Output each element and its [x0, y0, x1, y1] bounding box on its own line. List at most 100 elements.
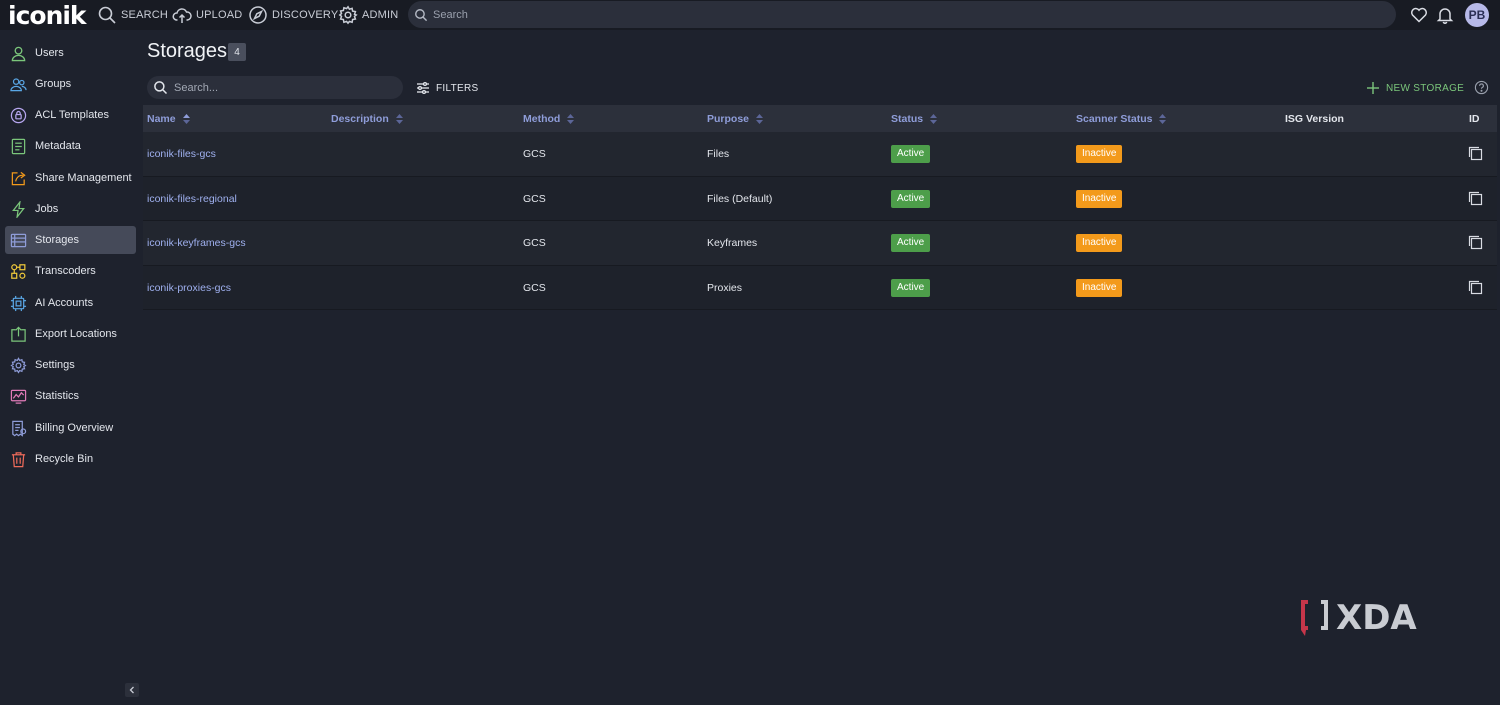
filters-label: FILTERS	[436, 82, 479, 94]
billing-icon	[12, 420, 27, 437]
column-header-purpose[interactable]: Purpose	[707, 105, 764, 132]
copy-id-icon[interactable]	[1468, 235, 1483, 250]
sort-icon	[1159, 113, 1167, 124]
sidebar-item-metadata[interactable]: Metadata	[5, 132, 136, 160]
search-icon	[154, 81, 168, 95]
storage-method: GCS	[523, 281, 546, 294]
trash-icon	[11, 451, 26, 467]
storage-name-link[interactable]: iconik-keyframes-gcs	[147, 221, 246, 265]
column-label: Purpose	[707, 112, 750, 125]
group-icon	[10, 77, 27, 91]
storage-method: GCS	[523, 237, 546, 249]
favorites-heart-icon[interactable]	[1409, 5, 1429, 25]
column-header-id: ID	[1469, 105, 1480, 132]
nav-admin[interactable]: ADMIN	[338, 5, 398, 25]
table-row: iconik-files-gcs GCS Files Active Inacti…	[143, 132, 1497, 177]
sidebar-item-label: Share Management	[35, 172, 132, 184]
nav-search-label: SEARCH	[121, 9, 169, 21]
page-title: Storages	[147, 40, 228, 62]
storages-table: Name Description Method Purpose Status S…	[143, 105, 1497, 310]
status-badge: Active	[891, 234, 931, 252]
chevron-left-icon	[129, 686, 134, 694]
sidebar-item-export-locations[interactable]: Export Locations	[5, 320, 136, 348]
user-icon	[11, 46, 26, 61]
storage-count-badge: 4	[228, 43, 246, 61]
search-icon	[98, 6, 116, 24]
sidebar-item-settings[interactable]: Settings	[5, 351, 136, 379]
table-body: iconik-files-gcs GCS Files Active Inacti…	[143, 132, 1497, 310]
filter-sliders-icon	[417, 81, 429, 95]
column-label: Name	[147, 112, 176, 125]
scanner-status-badge: Inactive	[1076, 234, 1123, 252]
xda-watermark-logo: XDA	[1301, 598, 1417, 638]
sidebar-item-recycle-bin[interactable]: Recycle Bin	[5, 445, 136, 473]
storage-icon	[10, 233, 27, 247]
collapse-sidebar-button[interactable]	[125, 683, 139, 697]
sidebar-item-share-management[interactable]: Share Management	[5, 164, 136, 192]
sidebar-item-label: ACL Templates	[35, 109, 109, 121]
notifications-bell-icon[interactable]	[1435, 5, 1455, 25]
column-label: ID	[1469, 112, 1480, 125]
column-label: Status	[891, 112, 924, 125]
chip-icon	[10, 295, 27, 311]
storage-purpose: Proxies	[707, 281, 743, 294]
plus-icon	[1367, 82, 1379, 94]
column-header-status[interactable]: Status	[891, 105, 938, 132]
storage-name-link[interactable]: iconik-files-gcs	[147, 132, 216, 176]
copy-id-icon[interactable]	[1468, 191, 1483, 206]
help-icon[interactable]	[1474, 80, 1489, 95]
sidebar-item-label: Statistics	[35, 390, 80, 402]
new-storage-button[interactable]: NEW STORAGE	[1366, 80, 1464, 96]
column-header-name[interactable]: Name	[147, 105, 190, 132]
status-badge: Active	[891, 145, 931, 163]
nav-admin-label: ADMIN	[362, 9, 399, 21]
table-row: iconik-proxies-gcs GCS Proxies Active In…	[143, 265, 1497, 310]
copy-id-icon[interactable]	[1468, 146, 1483, 161]
global-search-input[interactable]	[433, 8, 1333, 21]
storage-search-input[interactable]	[174, 81, 394, 94]
nav-upload[interactable]: UPLOAD	[172, 5, 242, 25]
sidebar-item-label: Export Locations	[35, 328, 117, 340]
global-search[interactable]	[408, 1, 1396, 28]
filters-button[interactable]: FILTERS	[416, 80, 478, 96]
sidebar-item-users[interactable]: Users	[5, 39, 136, 67]
copy-id-icon[interactable]	[1468, 280, 1483, 295]
nav-search[interactable]: SEARCH	[97, 5, 168, 25]
sort-icon	[395, 113, 403, 124]
sidebar-item-label: Jobs	[35, 203, 59, 215]
sidebar-item-label: Users	[35, 47, 64, 59]
sidebar-item-acl-templates[interactable]: ACL Templates	[5, 101, 136, 129]
sidebar-item-jobs[interactable]: Jobs	[5, 195, 136, 223]
column-header-scanner-status[interactable]: Scanner Status	[1076, 105, 1167, 132]
storage-name-link[interactable]: iconik-files-regional	[147, 177, 237, 221]
column-header-description[interactable]: Description	[331, 105, 403, 132]
storage-purpose: Files (Default)	[707, 192, 773, 205]
nav-discovery-label: DISCOVERY	[272, 9, 339, 21]
column-label: Scanner Status	[1076, 112, 1153, 125]
sort-icon	[756, 113, 764, 124]
iconik-logo[interactable]: iconik	[8, 1, 87, 30]
column-header-method[interactable]: Method	[523, 105, 575, 132]
sidebar-item-groups[interactable]: Groups	[5, 70, 136, 98]
sidebar-item-billing-overview[interactable]: Billing Overview	[5, 414, 136, 442]
sidebar-item-label: Metadata	[35, 140, 81, 152]
storage-search[interactable]	[147, 76, 403, 99]
sidebar-item-transcoders[interactable]: Transcoders	[5, 257, 136, 285]
storage-name-link[interactable]: iconik-proxies-gcs	[147, 266, 231, 310]
scanner-status-badge: Inactive	[1076, 278, 1123, 297]
sidebar-item-ai-accounts[interactable]: AI Accounts	[5, 289, 136, 317]
sidebar-item-label: Billing Overview	[35, 422, 114, 434]
sidebar-item-storages[interactable]: Storages	[5, 226, 136, 254]
table-row: iconik-keyframes-gcs GCS Keyframes Activ…	[143, 221, 1497, 266]
nav-discovery[interactable]: DISCOVERY	[248, 5, 338, 25]
search-icon	[415, 8, 428, 21]
scanner-status-badge: Inactive	[1076, 145, 1123, 163]
storage-purpose: Keyframes	[707, 237, 758, 249]
gear-icon	[338, 5, 358, 25]
sidebar-item-label: Transcoders	[35, 265, 96, 277]
top-bar: iconik SEARCH UPLOAD DISCOVERY ADMIN PB	[0, 0, 1500, 30]
sidebar-item-statistics[interactable]: Statistics	[5, 382, 136, 410]
sort-icon	[567, 113, 575, 124]
watermark-text: XDA	[1336, 598, 1417, 638]
user-avatar[interactable]: PB	[1465, 3, 1489, 27]
